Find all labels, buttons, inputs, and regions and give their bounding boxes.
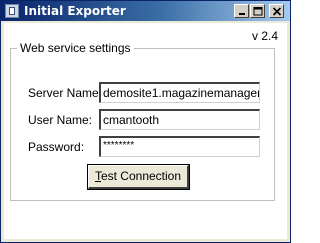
app-icon[interactable] [5, 4, 19, 18]
window-title: Initial Exporter [24, 4, 126, 18]
test-connection-label: est Connection [100, 169, 182, 183]
close-button[interactable] [269, 4, 284, 18]
version-label: v 2.4 [252, 29, 279, 43]
user-name-label: User Name: [28, 113, 93, 127]
minimize-icon [239, 13, 245, 15]
server-name-input[interactable]: demosite1.magazinemanager.co [99, 82, 260, 103]
user-name-input[interactable]: cmantooth [99, 109, 260, 130]
group-title: Web service settings [17, 41, 134, 55]
title-bar[interactable]: Initial Exporter [1, 1, 290, 21]
password-label: Password: [28, 140, 85, 154]
minimize-button[interactable] [234, 4, 249, 18]
password-input[interactable]: ******** [99, 136, 260, 157]
server-name-label: Server Name: [28, 86, 103, 100]
maximize-button[interactable] [250, 4, 265, 18]
close-icon [272, 7, 282, 16]
maximize-icon [253, 7, 263, 16]
test-connection-button[interactable]: Test Connection [87, 164, 190, 190]
app-window: Initial Exporter v 2.4 Web service setti… [0, 0, 291, 243]
